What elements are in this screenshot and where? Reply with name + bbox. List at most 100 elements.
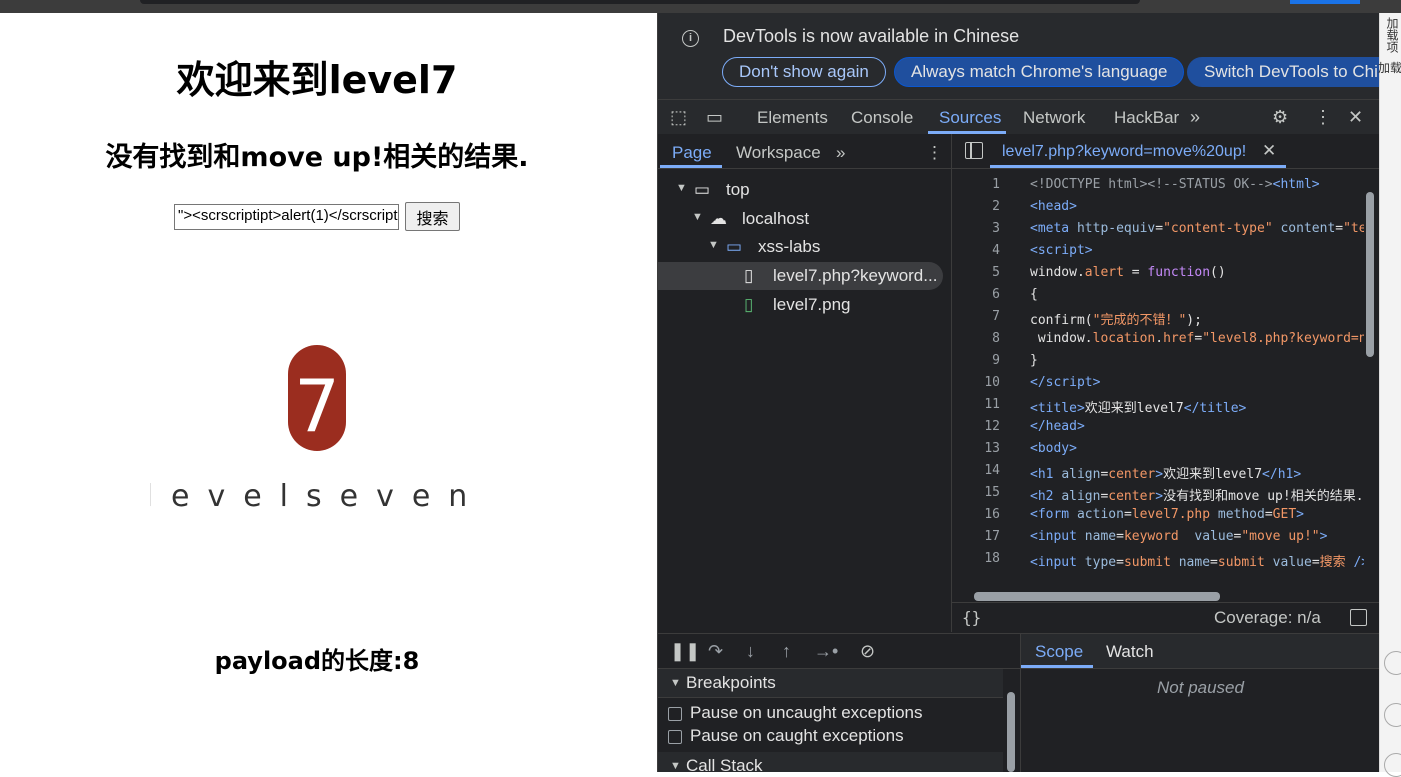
scope-tab-underline bbox=[1021, 665, 1093, 668]
gear-icon[interactable]: ⚙ bbox=[1272, 107, 1288, 128]
editor-tabbar: level7.php?keyword=move%20up! ✕ bbox=[952, 134, 1380, 169]
tree-label: localhost bbox=[742, 209, 810, 228]
code-line: { bbox=[1030, 287, 1038, 302]
pretty-print-icon[interactable]: {} bbox=[962, 608, 981, 627]
editor-tab-underline bbox=[990, 165, 1286, 168]
tree-label: xss-labs bbox=[758, 237, 821, 256]
code-line: <form action=level7.php method=GET> bbox=[1030, 507, 1304, 522]
editor-vertical-scrollbar[interactable] bbox=[1366, 178, 1374, 558]
address-bar-edge bbox=[140, 0, 1140, 4]
step-over-icon[interactable]: ↷ bbox=[708, 641, 723, 662]
more-tabs-icon[interactable]: » bbox=[1190, 107, 1200, 128]
line-number: 6 bbox=[992, 287, 1000, 302]
devtools-panel: i DevTools is now available in Chinese D… bbox=[657, 13, 1380, 772]
tab-network[interactable]: Network bbox=[1023, 108, 1085, 128]
collapse-arrow-icon: ▼ bbox=[670, 760, 681, 772]
search-button[interactable]: 搜索 bbox=[405, 202, 460, 231]
pause-caught-checkbox[interactable]: Pause on caught exceptions bbox=[668, 726, 988, 748]
line-number: 8 bbox=[992, 331, 1000, 346]
debugger-scrollbar[interactable] bbox=[1004, 670, 1018, 772]
checkbox-label: Pause on caught exceptions bbox=[690, 726, 904, 745]
line-number: 16 bbox=[984, 507, 1000, 522]
inspect-element-icon[interactable]: ⬚ bbox=[670, 107, 687, 128]
active-navtab-underline bbox=[660, 165, 722, 168]
switch-to-chinese-button[interactable]: Switch DevTools to Chinese bbox=[1187, 57, 1380, 87]
browser-side-panel: 加载项 加载 bbox=[1378, 13, 1401, 777]
debugger-toolbar: ❚❚ ↷ ↓ ↑ →• ⊘ bbox=[658, 634, 1020, 669]
folder-icon: ▭ bbox=[726, 237, 743, 256]
line-number: 10 bbox=[984, 375, 1000, 390]
tree-item-xss-labs[interactable]: ▼ ▭ xss-labs bbox=[658, 233, 951, 261]
tab-workspace[interactable]: Workspace bbox=[736, 143, 821, 163]
code-view[interactable]: 12345678910111213141516171819 <!DOCTYPE … bbox=[952, 169, 1364, 569]
keyword-input[interactable]: "><scrscriptipt>alert(1)</scrscriptipt> bbox=[174, 204, 399, 230]
line-number: 13 bbox=[984, 441, 1000, 456]
device-toolbar-icon[interactable]: ▭ bbox=[706, 107, 723, 128]
deactivate-breakpoints-icon[interactable]: ⊘ bbox=[860, 641, 875, 662]
more-navigator-icon[interactable]: » bbox=[836, 143, 845, 163]
line-number: 11 bbox=[984, 397, 1000, 412]
section-label: Call Stack bbox=[686, 756, 763, 772]
code-line: </head> bbox=[1030, 419, 1085, 434]
step-into-icon[interactable]: ↓ bbox=[746, 641, 755, 662]
level-seven-logo: 7 levelseven bbox=[150, 345, 467, 511]
line-number: 4 bbox=[992, 243, 1000, 258]
source-editor: level7.php?keyword=move%20up! ✕ 12345678… bbox=[952, 134, 1380, 632]
breakpoints-section[interactable]: ▼ Breakpoints bbox=[658, 669, 1003, 698]
editor-horizontal-scrollbar[interactable] bbox=[960, 590, 1360, 602]
line-number: 3 bbox=[992, 221, 1000, 236]
code-line: <input name=keyword value="move up!"> bbox=[1030, 529, 1328, 544]
editor-footer: {} Coverage: n/a bbox=[952, 602, 1380, 633]
toggle-navigator-icon[interactable] bbox=[965, 142, 983, 159]
home-icon[interactable] bbox=[1384, 703, 1401, 727]
line-number: 12 bbox=[984, 419, 1000, 434]
line-number: 17 bbox=[984, 529, 1000, 544]
tree-item-level7-php[interactable]: ▯ level7.php?keyword... bbox=[658, 262, 943, 290]
tab-hackbar[interactable]: HackBar bbox=[1114, 108, 1179, 128]
call-stack-section[interactable]: ▼ Call Stack bbox=[658, 752, 1003, 772]
close-tab-icon[interactable]: ✕ bbox=[1262, 141, 1276, 161]
navigator-menu-icon[interactable]: ⋮ bbox=[926, 143, 943, 163]
not-paused-label: Not paused bbox=[1157, 678, 1244, 697]
dont-show-again-button[interactable]: Don't show again bbox=[722, 57, 886, 87]
pause-uncaught-checkbox[interactable]: Pause on uncaught exceptions bbox=[668, 703, 988, 725]
tab-elements[interactable]: Elements bbox=[757, 108, 828, 128]
devtools-tabbar: ⬚ ▭ Elements Console Sources Network Hac… bbox=[658, 99, 1380, 135]
scope-panel: Scope Watch Not paused bbox=[1021, 633, 1380, 772]
tree-item-localhost[interactable]: ▼ ☁ localhost bbox=[658, 205, 951, 233]
tab-sources[interactable]: Sources bbox=[939, 108, 1001, 128]
code-line: <script> bbox=[1030, 243, 1093, 258]
expand-arrow-icon: ▼ bbox=[676, 182, 687, 194]
line-number: 5 bbox=[992, 265, 1000, 280]
download-icon[interactable] bbox=[1350, 609, 1367, 626]
cloud-icon: ☁ bbox=[710, 209, 727, 228]
step-out-icon[interactable]: ↑ bbox=[782, 641, 791, 662]
tab-scope[interactable]: Scope bbox=[1035, 642, 1083, 662]
pause-resume-icon[interactable]: ❚❚ bbox=[670, 641, 700, 662]
kebab-menu-icon[interactable]: ⋮ bbox=[1314, 107, 1332, 128]
debugger-sidebar: ❚❚ ↷ ↓ ↑ →• ⊘ ▼ Breakpoints Pause on unc… bbox=[658, 633, 1021, 772]
side-icon[interactable] bbox=[1384, 651, 1401, 675]
code-line: window.alert = function() bbox=[1030, 265, 1226, 280]
side-label[interactable]: 加载项 bbox=[1384, 17, 1401, 53]
close-icon[interactable]: ✕ bbox=[1348, 107, 1363, 128]
step-icon[interactable]: →• bbox=[814, 641, 838, 662]
settings-icon[interactable] bbox=[1384, 753, 1401, 777]
code-line: } bbox=[1030, 353, 1038, 368]
match-language-button[interactable]: Always match Chrome's language bbox=[894, 57, 1185, 87]
editor-file-tab[interactable]: level7.php?keyword=move%20up! bbox=[1002, 143, 1246, 161]
file-navigator: Page Workspace » ⋮ ▼ ▭ top ▼ ☁ localhost… bbox=[658, 134, 952, 632]
svg-text:7: 7 bbox=[294, 364, 340, 448]
toolbar-button-edge bbox=[1290, 0, 1360, 4]
line-number: 9 bbox=[992, 353, 1000, 368]
tree-label: top bbox=[726, 180, 750, 199]
tab-console[interactable]: Console bbox=[851, 108, 913, 128]
tree-item-level7-png[interactable]: ▯ level7.png bbox=[658, 291, 951, 319]
expand-arrow-icon: ▼ bbox=[692, 211, 703, 223]
tree-item-top[interactable]: ▼ ▭ top bbox=[658, 176, 951, 204]
tab-watch[interactable]: Watch bbox=[1106, 642, 1154, 662]
browser-top-strip bbox=[0, 0, 1401, 13]
side-label-2[interactable]: 加载 bbox=[1378, 59, 1401, 76]
tab-page[interactable]: Page bbox=[672, 143, 712, 163]
page-subheading: 没有找到和move up!相关的结果. bbox=[105, 142, 529, 173]
